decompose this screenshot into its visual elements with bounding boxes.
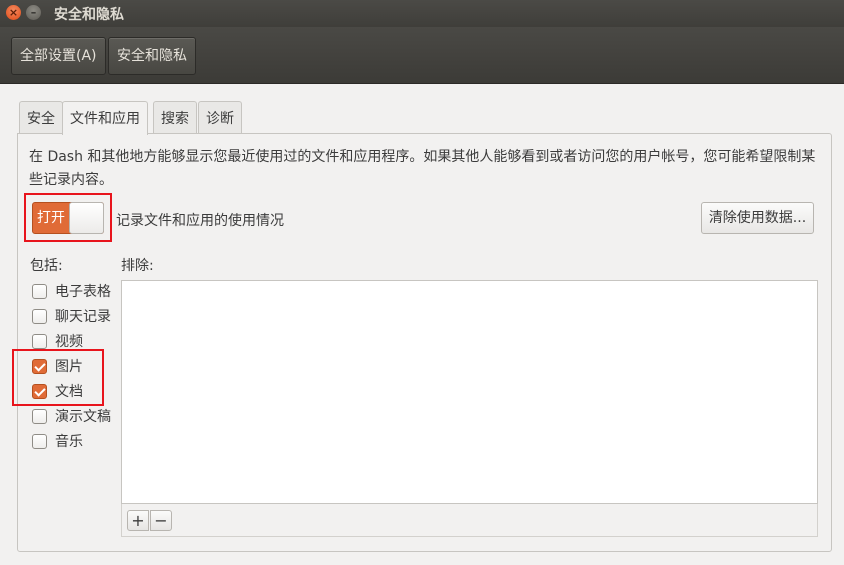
exclude-label: 排除:: [121, 258, 154, 274]
clear-usage-data-button[interactable]: 清除使用数据...: [701, 202, 814, 234]
checkbox[interactable]: [32, 284, 47, 299]
highlight-box-switch: [24, 193, 112, 242]
close-window-button[interactable]: ×: [6, 5, 21, 20]
remove-exclusion-button[interactable]: −: [150, 510, 172, 531]
description-text: 在 Dash 和其他地方能够显示您最近使用过的文件和应用程序。如果其他人能够看到…: [29, 149, 816, 188]
highlight-box-checked-items: [12, 349, 104, 406]
checkbox[interactable]: [32, 434, 47, 449]
window-title: 安全和隐私: [54, 7, 124, 23]
tab-search[interactable]: 搜索: [153, 101, 197, 134]
minimize-window-button[interactable]: –: [26, 5, 41, 20]
include-label: 包括:: [30, 258, 63, 274]
tab-diagnostics[interactable]: 诊断: [198, 101, 242, 134]
minimize-icon: –: [30, 6, 37, 19]
exclude-list[interactable]: [121, 280, 818, 504]
recording-switch-caption: 记录文件和应用的使用情况: [116, 213, 284, 229]
checkbox-label: 电子表格: [55, 284, 111, 300]
exclude-list-toolbar: + −: [121, 504, 818, 537]
checkbox[interactable]: [32, 309, 47, 324]
checkbox-label: 聊天记录: [55, 309, 111, 325]
checkbox-label: 演示文稿: [55, 409, 111, 425]
tab-files-apps[interactable]: 文件和应用: [62, 101, 148, 135]
add-exclusion-button[interactable]: +: [127, 510, 149, 531]
checkbox[interactable]: [32, 334, 47, 349]
checkbox[interactable]: [32, 409, 47, 424]
all-settings-button[interactable]: 全部设置(A): [11, 37, 106, 75]
breadcrumb-current[interactable]: 安全和隐私: [108, 37, 196, 75]
minus-icon: −: [154, 511, 168, 530]
checkbox-label: 音乐: [55, 434, 83, 450]
close-icon: ×: [8, 6, 19, 19]
tab-security[interactable]: 安全: [19, 101, 63, 134]
plus-icon: +: [131, 511, 145, 530]
title-bar: × – 安全和隐私: [0, 0, 844, 27]
header-toolbar: 全部设置(A) 安全和隐私: [0, 27, 844, 84]
